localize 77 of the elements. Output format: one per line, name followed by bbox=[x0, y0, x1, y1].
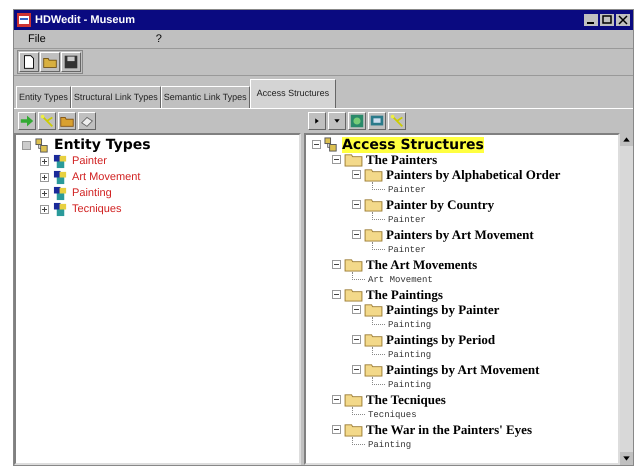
tab[interactable]: Entity Types bbox=[16, 86, 71, 108]
scrollbar[interactable] bbox=[620, 133, 633, 465]
monitor-icon[interactable] bbox=[368, 112, 386, 130]
tree-item[interactable]: Painting bbox=[388, 320, 432, 330]
tree-item[interactable]: The Art Movements bbox=[366, 256, 478, 272]
app-icon bbox=[17, 13, 31, 27]
entity-icon bbox=[53, 186, 68, 200]
expander-icon[interactable] bbox=[352, 170, 361, 179]
tree-item[interactable]: Painters by Art Movement bbox=[386, 226, 534, 242]
hierarchy-icon bbox=[35, 138, 50, 152]
entity-icon bbox=[53, 154, 68, 168]
expander-icon[interactable] bbox=[352, 230, 361, 239]
scroll-up-icon[interactable] bbox=[620, 133, 633, 146]
tab[interactable]: Structural Link Types bbox=[70, 86, 161, 108]
window-title: HDWedit - Museum bbox=[35, 14, 136, 26]
scroll-down-icon[interactable] bbox=[620, 452, 633, 465]
folder-icon bbox=[344, 422, 363, 437]
tree-item[interactable]: Paintings by Period bbox=[386, 332, 496, 348]
folder-icon bbox=[364, 362, 383, 377]
minimize-icon[interactable] bbox=[584, 14, 598, 26]
tree-item[interactable]: Painter bbox=[72, 155, 107, 167]
expander-icon[interactable] bbox=[352, 305, 361, 314]
expander-icon[interactable] bbox=[40, 156, 49, 166]
tree-item[interactable]: The War in the Painters' Eyes bbox=[366, 422, 532, 438]
tree-item[interactable]: Painting bbox=[388, 350, 432, 360]
close-icon[interactable] bbox=[616, 14, 630, 26]
tree-item[interactable]: Painter bbox=[388, 244, 426, 254]
expander-icon[interactable] bbox=[332, 425, 341, 434]
expander-icon[interactable] bbox=[332, 260, 341, 269]
maximize-icon[interactable] bbox=[600, 14, 614, 26]
folder-icon bbox=[364, 227, 383, 242]
tab[interactable]: Semantic Link Types bbox=[160, 86, 250, 108]
folder-icon bbox=[344, 257, 363, 272]
expander-icon[interactable] bbox=[40, 188, 49, 198]
tree-item[interactable]: Art Movement bbox=[72, 171, 140, 183]
tree-item[interactable]: Painter bbox=[388, 184, 426, 194]
menu-item[interactable]: File bbox=[28, 33, 46, 45]
entity-icon bbox=[53, 170, 68, 184]
folder-icon bbox=[364, 197, 383, 212]
save-icon[interactable] bbox=[61, 52, 81, 72]
tree-item[interactable]: Painter bbox=[388, 214, 426, 224]
folder-icon[interactable] bbox=[58, 112, 76, 130]
expander-icon[interactable] bbox=[332, 155, 341, 164]
expander-icon[interactable] bbox=[40, 172, 49, 182]
tree-item[interactable]: Tecniques bbox=[72, 203, 122, 215]
tree-item[interactable]: Painting bbox=[72, 187, 112, 199]
tree-item[interactable]: Access Structures bbox=[342, 136, 484, 152]
tree-item[interactable]: Paintings by Art Movement bbox=[386, 362, 540, 378]
tree-item[interactable]: Entity Types bbox=[54, 137, 151, 153]
expander-icon[interactable] bbox=[352, 365, 361, 374]
folder-icon bbox=[344, 392, 363, 407]
tree-item[interactable]: Paintings by Painter bbox=[386, 302, 500, 318]
tree-item[interactable]: Art Movement bbox=[368, 274, 433, 284]
tree-item[interactable]: The Paintings bbox=[366, 286, 443, 302]
folder-icon bbox=[364, 167, 383, 182]
entity-icon bbox=[53, 202, 68, 216]
hierarchy-icon bbox=[324, 137, 339, 152]
expander-icon[interactable] bbox=[332, 290, 341, 299]
tree-item[interactable]: Painters by Alphabetical Order bbox=[386, 166, 560, 182]
folder-icon bbox=[364, 302, 383, 317]
tree-item[interactable]: Tecniques bbox=[368, 410, 417, 420]
expander-icon[interactable] bbox=[332, 395, 341, 404]
expander-icon[interactable] bbox=[352, 200, 361, 209]
tree-item[interactable]: Painter by Country bbox=[386, 196, 494, 212]
expander-icon[interactable] bbox=[352, 335, 361, 344]
tree-item[interactable]: Painting bbox=[388, 380, 432, 390]
tab[interactable]: Access Structures bbox=[250, 79, 336, 108]
expander-icon[interactable] bbox=[312, 140, 321, 149]
tree-item[interactable]: The Painters bbox=[366, 152, 438, 168]
folder-icon[interactable] bbox=[40, 52, 60, 72]
menu-item[interactable]: ? bbox=[156, 33, 162, 45]
new-file-icon[interactable] bbox=[19, 52, 39, 72]
expander-icon[interactable] bbox=[40, 204, 49, 214]
tree-item[interactable]: The Tecniques bbox=[366, 392, 446, 408]
tree-item[interactable]: Painting bbox=[368, 440, 412, 450]
folder-icon bbox=[344, 287, 363, 302]
folder-icon bbox=[364, 332, 383, 347]
